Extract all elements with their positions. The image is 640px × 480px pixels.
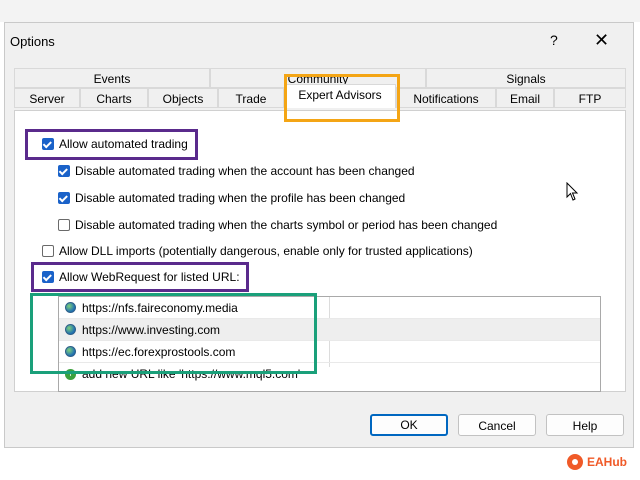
help-icon[interactable]: ? bbox=[550, 32, 558, 48]
highlight-allow-webrequest bbox=[31, 262, 249, 292]
eahub-logo: EAHub bbox=[567, 454, 627, 470]
tab-email[interactable]: Email bbox=[496, 88, 554, 108]
ok-button[interactable]: OK bbox=[370, 414, 448, 436]
option-label: Disable automated trading when the accou… bbox=[75, 164, 415, 178]
tab-events[interactable]: Events bbox=[14, 68, 210, 88]
disable-on-symbol-change-checkbox[interactable] bbox=[58, 219, 70, 231]
option-label: Disable automated trading when the profi… bbox=[75, 191, 406, 205]
highlight-expert-advisors-tab bbox=[284, 74, 400, 122]
option-label: Allow DLL imports (potentially dangerous… bbox=[59, 244, 473, 258]
background-window-strip bbox=[0, 0, 640, 22]
disable-on-account-change-checkbox[interactable] bbox=[58, 165, 70, 177]
close-icon[interactable]: ✕ bbox=[594, 30, 609, 51]
highlight-allow-automated-trading bbox=[25, 129, 198, 160]
tab-charts[interactable]: Charts bbox=[80, 88, 148, 108]
cancel-button[interactable]: Cancel bbox=[458, 414, 536, 436]
tab-objects[interactable]: Objects bbox=[148, 88, 218, 108]
disable-on-profile-change-option[interactable]: Disable automated trading when the profi… bbox=[58, 189, 405, 207]
eahub-logo-icon bbox=[567, 454, 583, 470]
allow-dll-imports-option[interactable]: Allow DLL imports (potentially dangerous… bbox=[42, 242, 473, 260]
disable-on-profile-change-checkbox[interactable] bbox=[58, 192, 70, 204]
tab-trade[interactable]: Trade bbox=[218, 88, 284, 108]
tab-signals[interactable]: Signals bbox=[426, 68, 626, 88]
disable-on-account-change-option[interactable]: Disable automated trading when the accou… bbox=[58, 162, 415, 180]
highlight-url-list bbox=[30, 293, 317, 374]
tab-server[interactable]: Server bbox=[14, 88, 80, 108]
help-button[interactable]: Help bbox=[546, 414, 624, 436]
dialog-title: Options bbox=[10, 34, 55, 49]
tab-notifications[interactable]: Notifications bbox=[396, 88, 496, 108]
disable-on-symbol-change-option[interactable]: Disable automated trading when the chart… bbox=[58, 216, 497, 234]
option-label: Disable automated trading when the chart… bbox=[75, 218, 498, 232]
tab-ftp[interactable]: FTP bbox=[554, 88, 626, 108]
allow-dll-imports-checkbox[interactable] bbox=[42, 245, 54, 257]
mouse-cursor-icon bbox=[566, 181, 580, 205]
eahub-logo-text: EAHub bbox=[587, 455, 627, 469]
